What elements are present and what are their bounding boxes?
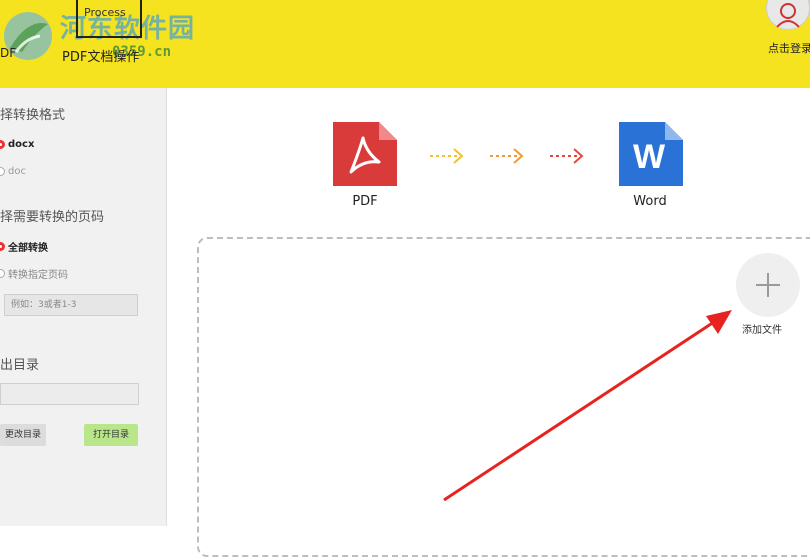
output-dir-field[interactable] bbox=[0, 383, 139, 405]
top-toolbar: 河东软件园 0359.cn DF Process PDF文档操作 点击登录 bbox=[0, 0, 810, 88]
open-dir-button[interactable]: 打开目录 bbox=[84, 424, 138, 446]
user-icon bbox=[766, 0, 810, 30]
settings-sidebar: 择转换格式 docx doc 择需要转换的页码 全部转换 转换指定页码 例如：3… bbox=[0, 88, 167, 526]
format-option-label: docx bbox=[8, 138, 35, 150]
format-section-title: 择转换格式 bbox=[0, 108, 66, 123]
arrow-right-icon bbox=[490, 148, 524, 164]
radio-selected-icon[interactable] bbox=[0, 241, 5, 251]
word-icon-letter: W bbox=[633, 138, 666, 176]
nav-doc-operation-label[interactable]: PDF文档操作 bbox=[62, 46, 139, 65]
login-label[interactable]: 点击登录 bbox=[768, 40, 810, 56]
page-option-specific[interactable]: 转换指定页码 bbox=[0, 266, 68, 281]
arrow-right-icon bbox=[430, 148, 464, 164]
source-format-label: PDF bbox=[352, 194, 378, 209]
page-option-all[interactable]: 全部转换 bbox=[0, 239, 48, 254]
nav-doc-inner-text: Process bbox=[84, 6, 126, 19]
target-format-label: Word bbox=[633, 194, 667, 209]
radio-unselected-icon[interactable] bbox=[0, 268, 5, 278]
nav-doc-icon[interactable]: Process bbox=[76, 0, 142, 38]
output-section-title: 出目录 bbox=[0, 358, 40, 373]
page-range-input[interactable]: 例如：3或者1-3 bbox=[4, 294, 138, 316]
annotation-arrow-icon bbox=[443, 310, 732, 502]
page-option-label: 转换指定页码 bbox=[8, 269, 68, 281]
radio-unselected-icon[interactable] bbox=[0, 166, 5, 176]
nav-pdf-label[interactable]: DF bbox=[0, 46, 16, 60]
format-option-label: doc bbox=[8, 165, 26, 177]
radio-selected-icon[interactable] bbox=[0, 139, 5, 149]
arrow-right-icon bbox=[550, 148, 584, 164]
format-option-doc[interactable]: doc bbox=[0, 164, 26, 178]
word-file-icon: W bbox=[619, 122, 683, 186]
change-dir-button[interactable]: 更改目录 bbox=[0, 424, 46, 446]
format-option-docx[interactable]: docx bbox=[0, 137, 34, 151]
page-option-label: 全部转换 bbox=[8, 242, 48, 254]
pages-section-title: 择需要转换的页码 bbox=[0, 210, 105, 225]
pdf-file-icon bbox=[333, 122, 397, 186]
